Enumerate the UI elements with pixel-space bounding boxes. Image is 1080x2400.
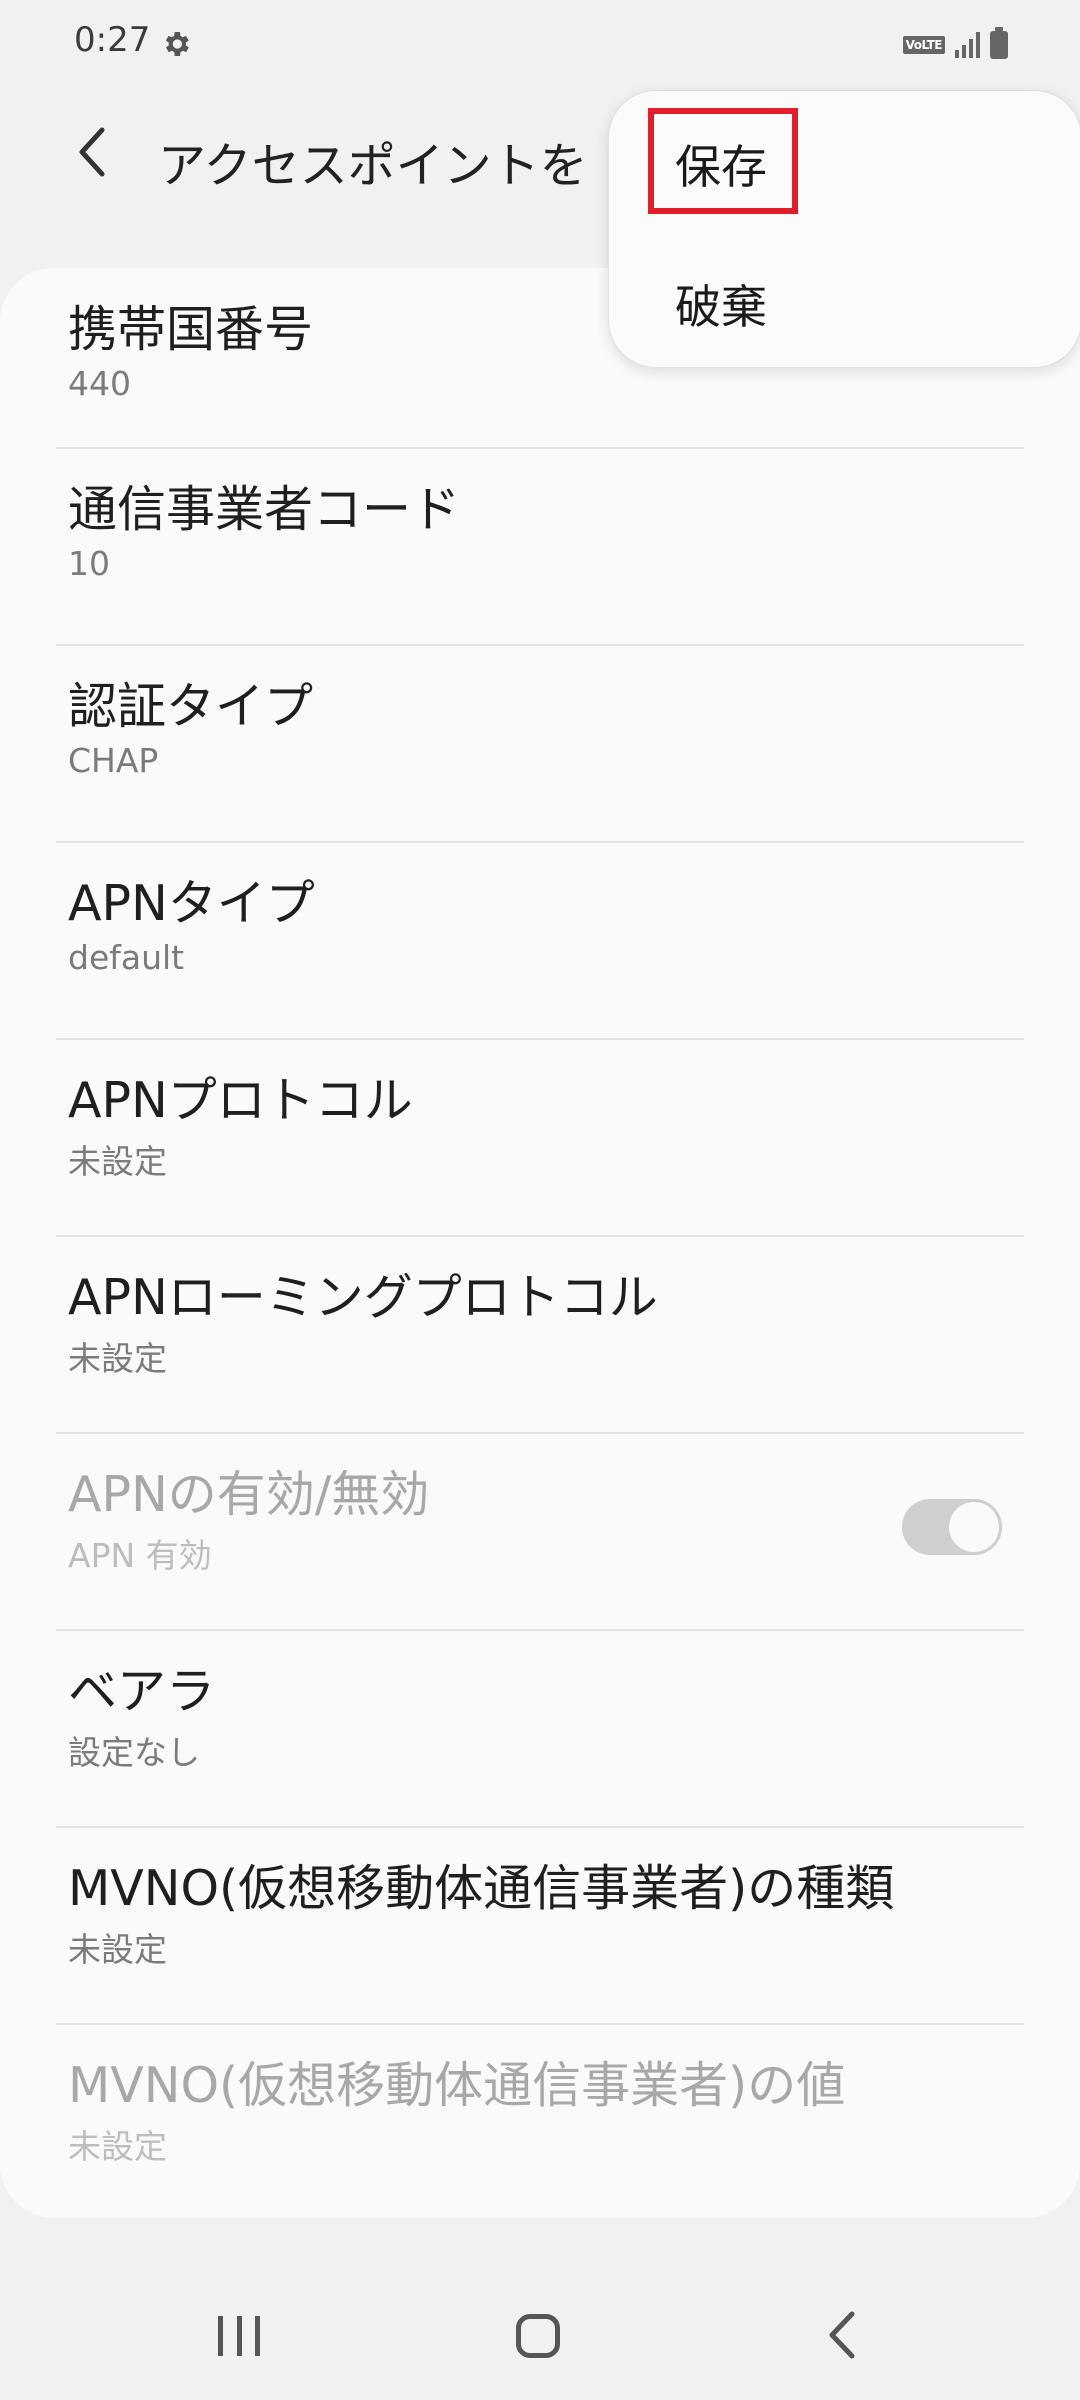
gear-icon (165, 32, 189, 56)
setting-mnc[interactable]: 通信事業者コード 10 (0, 448, 1080, 644)
setting-title: APNローミングプロトコル (68, 1269, 658, 1326)
volte-icon: VoLTE (902, 36, 945, 54)
setting-title: APNプロトコル (68, 1072, 413, 1129)
status-icons: VoLTE (902, 27, 1008, 62)
setting-value: 未設定 (68, 1339, 167, 1378)
setting-title: 認証タイプ (68, 678, 314, 735)
setting-value: 10 (68, 544, 110, 583)
setting-value: APN 有効 (68, 1536, 212, 1575)
status-bar: 0:27 VoLTE (0, 0, 1080, 90)
setting-title: APNの有効/無効 (68, 1466, 430, 1523)
home-icon[interactable] (516, 2314, 560, 2358)
setting-title: APNタイプ (68, 875, 315, 932)
setting-auth-type[interactable]: 認証タイプ CHAP (0, 645, 1080, 841)
setting-title: ベアラ (68, 1663, 216, 1720)
setting-value: 設定なし (68, 1733, 200, 1772)
apn-enable-toggle[interactable] (902, 1499, 1002, 1555)
setting-value: 未設定 (68, 1142, 167, 1181)
setting-title: MVNO(仮想移動体通信事業者)の値 (68, 2057, 846, 2114)
setting-bearer[interactable]: ベアラ 設定なし (0, 1630, 1080, 1826)
setting-value: 未設定 (68, 2127, 167, 2166)
toggle-knob (946, 1499, 1002, 1555)
back-button[interactable] (62, 122, 122, 182)
setting-title: MVNO(仮想移動体通信事業者)の種類 (68, 1860, 895, 1917)
chevron-left-icon (79, 127, 105, 177)
save-highlight-box (648, 108, 798, 214)
setting-value: 440 (68, 364, 131, 403)
setting-value: 未設定 (68, 1930, 167, 1969)
setting-apn-enable: APNの有効/無効 APN 有効 (0, 1433, 1080, 1629)
recents-icon[interactable] (218, 2316, 260, 2356)
setting-title: 携帯国番号 (68, 301, 314, 358)
setting-value: CHAP (68, 741, 159, 780)
setting-mvno-type[interactable]: MVNO(仮想移動体通信事業者)の種類 未設定 (0, 1827, 1080, 2023)
navigation-bar (0, 2270, 1080, 2400)
discard-menu-item[interactable]: 破棄 (675, 271, 767, 337)
settings-list: 携帯国番号 440 通信事業者コード 10 認証タイプ CHAP APNタイプ … (0, 268, 1080, 2218)
setting-title: 通信事業者コード (68, 481, 461, 538)
status-time: 0:27 (74, 20, 151, 60)
setting-mvno-value: MVNO(仮想移動体通信事業者)の値 未設定 (0, 2024, 1080, 2218)
setting-value: default (68, 938, 185, 977)
page-title: アクセスポイントを (158, 138, 588, 194)
setting-apn-protocol[interactable]: APNプロトコル 未設定 (0, 1039, 1080, 1235)
signal-icon (955, 32, 980, 58)
battery-icon (990, 27, 1008, 59)
back-icon[interactable] (822, 2310, 862, 2360)
setting-apn-roaming-protocol[interactable]: APNローミングプロトコル 未設定 (0, 1236, 1080, 1432)
setting-apn-type[interactable]: APNタイプ default (0, 842, 1080, 1038)
